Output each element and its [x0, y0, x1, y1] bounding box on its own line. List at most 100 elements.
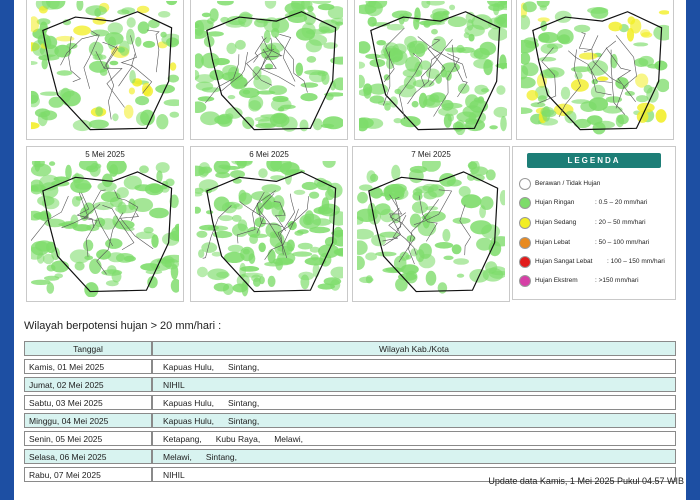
rain-area [238, 189, 247, 202]
rain-area [624, 91, 635, 96]
rain-area [137, 21, 150, 34]
rain-area [264, 261, 283, 267]
rainfall-map [359, 1, 507, 135]
row-regions: Kapuas Hulu, Sintang, [152, 395, 676, 410]
rain-area [117, 9, 130, 15]
region-name: Kapuas Hulu, [163, 361, 215, 372]
rain-area [556, 29, 574, 45]
map-date-label: 6 Mei 2025 [249, 150, 289, 159]
circle-icon [519, 197, 531, 209]
rain-area [608, 21, 623, 32]
rain-area [89, 258, 102, 274]
map-panel-day-7: 7 Mei 2025 [352, 146, 510, 302]
column-header-region: Wilayah Kab./Kota [152, 341, 676, 356]
rain-area [148, 19, 160, 29]
rain-area [636, 110, 649, 123]
rain-area [597, 76, 609, 81]
rain-area [105, 238, 123, 249]
rain-area [453, 258, 469, 265]
rain-area [418, 243, 432, 259]
rain-area [196, 230, 208, 238]
table-row: Sabtu, 03 Mei 2025 Kapuas Hulu, Sintang, [24, 395, 676, 410]
rain-area [301, 181, 318, 191]
rain-area [539, 5, 547, 11]
rain-area [570, 79, 589, 92]
rain-area [496, 85, 506, 95]
rain-area [149, 207, 169, 219]
table-row: Senin, 05 Mei 2025 Ketapang, Kubu Raya, Mel… [24, 431, 676, 446]
rain-area [299, 119, 309, 132]
rain-area [526, 90, 539, 101]
rain-area [264, 1, 277, 9]
legend-item-range: : 100 – 150 mm/hari [607, 258, 665, 265]
rain-area [295, 62, 304, 76]
legend-item-name: Berawan / Tidak Hujan [535, 180, 601, 187]
map-date-label: 7 Mei 2025 [411, 150, 451, 159]
table-row: Kamis, 01 Mei 2025 Kapuas Hulu, Sintang, [24, 359, 676, 374]
rain-area [258, 242, 266, 253]
district-boundary [95, 51, 125, 108]
rain-area [655, 109, 667, 123]
rain-area [109, 60, 119, 66]
rain-area [218, 164, 230, 169]
rain-area [522, 1, 537, 13]
legend-title: LEGENDA [527, 153, 661, 168]
rain-area [538, 33, 550, 43]
rain-area [126, 17, 136, 28]
rain-area [58, 88, 75, 98]
rain-area [488, 27, 507, 41]
rain-area [49, 161, 56, 166]
rain-area [55, 35, 75, 42]
rain-area [457, 83, 470, 94]
rain-area [330, 56, 343, 65]
rain-area [123, 255, 136, 262]
rain-area [312, 218, 332, 226]
rain-area [382, 42, 399, 57]
row-date: Minggu, 04 Mei 2025 [24, 413, 152, 428]
rain-area [251, 274, 262, 282]
rainfall-map [195, 161, 343, 297]
rain-area [76, 1, 84, 11]
rain-area [73, 25, 91, 36]
rain-area [129, 70, 136, 84]
rain-area [366, 170, 376, 184]
rain-area [447, 16, 467, 27]
rain-area [304, 210, 315, 225]
rain-area [123, 104, 134, 119]
rain-area [320, 29, 335, 34]
rain-area [307, 5, 314, 13]
rain-area [456, 44, 465, 54]
circle-icon [519, 237, 531, 249]
rain-area [256, 90, 276, 95]
region-name: Kubu Raya, [215, 433, 261, 444]
rain-area [84, 255, 94, 261]
rain-area [443, 113, 452, 128]
summary-table: Tanggal Wilayah Kab./Kota Kamis, 01 Mei … [24, 338, 676, 485]
row-date: Kamis, 01 Mei 2025 [24, 359, 152, 374]
rain-area [443, 255, 454, 260]
table-body: Kamis, 01 Mei 2025 Kapuas Hulu, Sintang, Ju… [24, 359, 676, 482]
rain-area [590, 7, 609, 19]
legend-item-name: Hujan Sedang [535, 219, 577, 226]
rain-area [248, 95, 264, 111]
rain-area [201, 52, 220, 69]
rain-area [317, 207, 325, 214]
rain-area [89, 162, 101, 177]
rain-area [294, 230, 304, 236]
rain-area [402, 68, 422, 78]
rainfall-map [357, 161, 505, 294]
rain-area [132, 198, 154, 212]
map-panel-day-1 [26, 0, 184, 140]
rain-area [31, 61, 38, 65]
rain-area [235, 39, 246, 50]
rain-area [199, 224, 219, 231]
rain-area [617, 114, 629, 125]
rain-area [386, 23, 405, 31]
rain-area [427, 184, 445, 198]
rainfall-map [31, 161, 179, 297]
region-name: NIHIL [163, 379, 185, 390]
district-boundary [394, 196, 402, 230]
region-name: Kapuas Hulu, [163, 397, 215, 408]
rain-area [627, 16, 636, 25]
rain-area [206, 31, 224, 37]
